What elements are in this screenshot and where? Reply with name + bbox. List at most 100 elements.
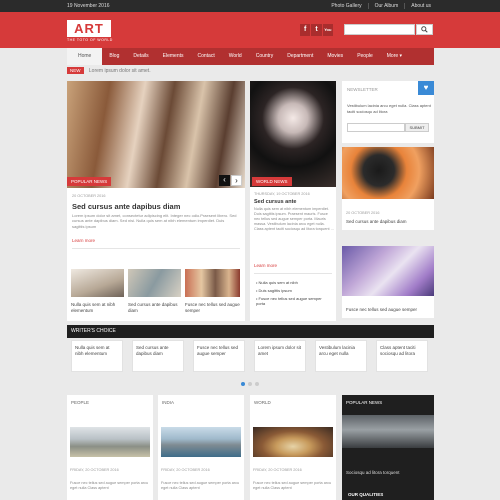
news-ticker: NEW Lorem ipsum dolor sit amet. bbox=[67, 67, 434, 78]
thumb-title-2[interactable]: Sed cursus ante dapibus diam bbox=[128, 302, 181, 313]
top-bar: 19 November 2016 Photo Gallery Our Album… bbox=[0, 0, 500, 12]
world-bullet-1-text: Nulla quis sem at nibh bbox=[258, 280, 298, 285]
search-input[interactable] bbox=[344, 24, 415, 35]
category-label: WORLD bbox=[254, 400, 271, 405]
nav-world[interactable]: World bbox=[222, 48, 249, 65]
world-news-title[interactable]: Sed cursus ante bbox=[254, 199, 297, 205]
site-tagline: THE TOTO OF WORLD bbox=[67, 38, 113, 42]
newsletter-email-input[interactable] bbox=[347, 123, 405, 132]
nav-more[interactable]: More ▾ bbox=[380, 48, 409, 65]
main-nav: Home Blog Details Elements Contact World… bbox=[67, 48, 434, 65]
writers-choice-header: WRITER'S CHOICE bbox=[67, 325, 434, 338]
writers-item-4[interactable]: Lorem ipsum dolor sit amet bbox=[254, 340, 306, 372]
world-news-label: WORLD NEWS bbox=[252, 177, 292, 186]
world-news-read-more[interactable]: Learn more bbox=[254, 263, 277, 268]
category-label: INDIA bbox=[162, 400, 175, 405]
feature-date: 20 OCTOBER 2016 bbox=[72, 194, 106, 198]
category-date: FRIDAY, 20 OCTOBER 2016 bbox=[161, 468, 210, 472]
nav-department[interactable]: Department bbox=[280, 48, 320, 65]
category-body: Fusce nec tellus sed augue semper porta … bbox=[161, 481, 240, 490]
category-photo[interactable] bbox=[161, 427, 241, 457]
divider bbox=[72, 248, 240, 249]
facebook-icon[interactable]: f bbox=[300, 24, 311, 36]
feature-photo[interactable] bbox=[67, 81, 245, 188]
category-body: Fusce nec tellus sed augue semper porta … bbox=[70, 481, 149, 490]
feature-title[interactable]: Sed cursus ante dapibus diam bbox=[72, 202, 180, 211]
side-card-1: 20 OCTOBER 2016 Sed cursus ante dapibus … bbox=[342, 147, 434, 230]
social-links: f t You bbox=[300, 24, 333, 36]
writers-item-1[interactable]: Nulla quis sem at nibh elementum bbox=[71, 340, 123, 372]
category-card-world: WORLD FRIDAY, 20 OCTOBER 2016 Fusce nec … bbox=[250, 395, 336, 500]
newsletter-submit-button[interactable]: SUBMIT bbox=[405, 123, 429, 132]
nav-details[interactable]: Details bbox=[126, 48, 155, 65]
nav-blog[interactable]: Blog bbox=[102, 48, 126, 65]
world-bullet-3-text: Fusce nec tellus sed augue semper porta bbox=[256, 296, 322, 306]
side-photo-1[interactable] bbox=[342, 147, 434, 199]
search-button[interactable] bbox=[416, 24, 433, 35]
newsletter-box: NEWSLETTER ♥ Vestibulum lacinia arcu ege… bbox=[342, 81, 434, 143]
category-photo[interactable] bbox=[70, 427, 150, 457]
carousel-dot-2[interactable] bbox=[248, 382, 252, 386]
our-album-link[interactable]: Our Album bbox=[367, 3, 405, 9]
site-header: ART THE TOTO OF WORLD f t You bbox=[0, 12, 500, 48]
side-1-date: 20 OCTOBER 2016 bbox=[346, 211, 380, 215]
carousel-next-button[interactable]: › bbox=[231, 175, 242, 186]
side-1-title[interactable]: Sed cursus ante dapibus diam bbox=[346, 219, 407, 224]
nav-country[interactable]: Country bbox=[249, 48, 281, 65]
world-news-photo[interactable] bbox=[250, 81, 336, 187]
carousel-dot-1[interactable] bbox=[241, 382, 245, 386]
nav-home[interactable]: Home bbox=[67, 48, 103, 65]
divider bbox=[254, 273, 332, 274]
nav-movies[interactable]: Movies bbox=[320, 48, 350, 65]
thumb-title-1[interactable]: Nulla quis sem at nibh elementum bbox=[71, 302, 124, 313]
feature-body: Lorem ipsum dolor sit amet, consectetur … bbox=[72, 213, 237, 229]
popular-news-sidebar: POPULAR NEWS Sociosqu ad litora torquent… bbox=[342, 395, 434, 500]
world-bullet-3[interactable]: • Fusce nec tellus sed augue semper port… bbox=[256, 296, 328, 306]
youtube-icon[interactable]: You bbox=[322, 24, 333, 36]
category-date: FRIDAY, 20 OCTOBER 2016 bbox=[253, 468, 302, 472]
world-news-body: Nulla quis sem at nibh elementum imperdi… bbox=[254, 207, 334, 231]
popular-news-label: POPULAR NEWS bbox=[67, 177, 112, 186]
thumb-title-3[interactable]: Fusce nec tellus sed augue semper bbox=[185, 302, 240, 313]
nav-elements[interactable]: Elements bbox=[156, 48, 191, 65]
our-qualities-heading: OUR QUALITIES bbox=[348, 492, 384, 497]
world-bullet-1[interactable]: • Nulla quis sem at nibh bbox=[256, 280, 334, 285]
search-icon bbox=[421, 26, 428, 33]
newsletter-body: Vestibulum lacinia arcu eget nulla. Clas… bbox=[347, 103, 431, 114]
photo-gallery-link[interactable]: Photo Gallery bbox=[325, 3, 367, 9]
feature-read-more[interactable]: Learn more bbox=[72, 238, 95, 243]
popular-news-caption[interactable]: Sociosqu ad litora torquent bbox=[346, 470, 400, 475]
popular-news-photo[interactable] bbox=[342, 415, 434, 448]
world-bullet-2-text: Duis sagittis ipsum bbox=[258, 288, 292, 293]
ticker-text[interactable]: Lorem ipsum dolor sit amet. bbox=[89, 68, 151, 74]
carousel-prev-button[interactable]: ‹ bbox=[219, 175, 230, 186]
twitter-icon[interactable]: t bbox=[311, 24, 322, 36]
nav-people[interactable]: People bbox=[350, 48, 380, 65]
writers-item-2[interactable]: Sed cursus ante dapibus diam bbox=[132, 340, 184, 372]
carousel-dots bbox=[241, 382, 259, 386]
writers-item-5[interactable]: Vestibulum lacinia arcu eget nulla bbox=[315, 340, 367, 372]
feature-card: POPULAR NEWS ‹ › 20 OCTOBER 2016 Sed cur… bbox=[67, 81, 245, 321]
category-card-people: PEOPLE FRIDAY, 20 OCTOBER 2016 Fusce nec… bbox=[67, 395, 153, 500]
thumb-photo-2[interactable] bbox=[128, 269, 181, 297]
world-bullet-2[interactable]: • Duis sagittis ipsum bbox=[256, 288, 334, 293]
writers-item-3[interactable]: Fusce nec tellus sed augue semper bbox=[193, 340, 245, 372]
thumb-photo-1[interactable] bbox=[71, 269, 124, 297]
category-card-india: INDIA FRIDAY, 20 OCTOBER 2016 Fusce nec … bbox=[158, 395, 244, 500]
nav-contact[interactable]: Contact bbox=[191, 48, 222, 65]
carousel-dot-3[interactable] bbox=[255, 382, 259, 386]
side-2-title[interactable]: Fusce nec tellus sed augue semper bbox=[346, 307, 417, 312]
top-links: Photo Gallery Our Album About us bbox=[325, 3, 437, 9]
side-card-2: Fusce nec tellus sed augue semper bbox=[342, 246, 434, 318]
category-photo[interactable] bbox=[253, 427, 333, 457]
thumb-photo-3[interactable] bbox=[185, 269, 240, 297]
writers-item-6[interactable]: Class aptent taciti sociosqu ad litora bbox=[376, 340, 428, 372]
heart-icon[interactable]: ♥ bbox=[418, 81, 434, 95]
side-photo-2[interactable] bbox=[342, 246, 434, 296]
category-label: PEOPLE bbox=[71, 400, 90, 405]
about-us-link[interactable]: About us bbox=[404, 3, 437, 9]
site-logo[interactable]: ART bbox=[67, 20, 111, 37]
world-news-card: WORLD NEWS THURSDAY, 19 OCTOBER 2016 Sed… bbox=[250, 81, 336, 321]
category-date: FRIDAY, 20 OCTOBER 2016 bbox=[70, 468, 119, 472]
new-badge: NEW bbox=[67, 67, 84, 74]
